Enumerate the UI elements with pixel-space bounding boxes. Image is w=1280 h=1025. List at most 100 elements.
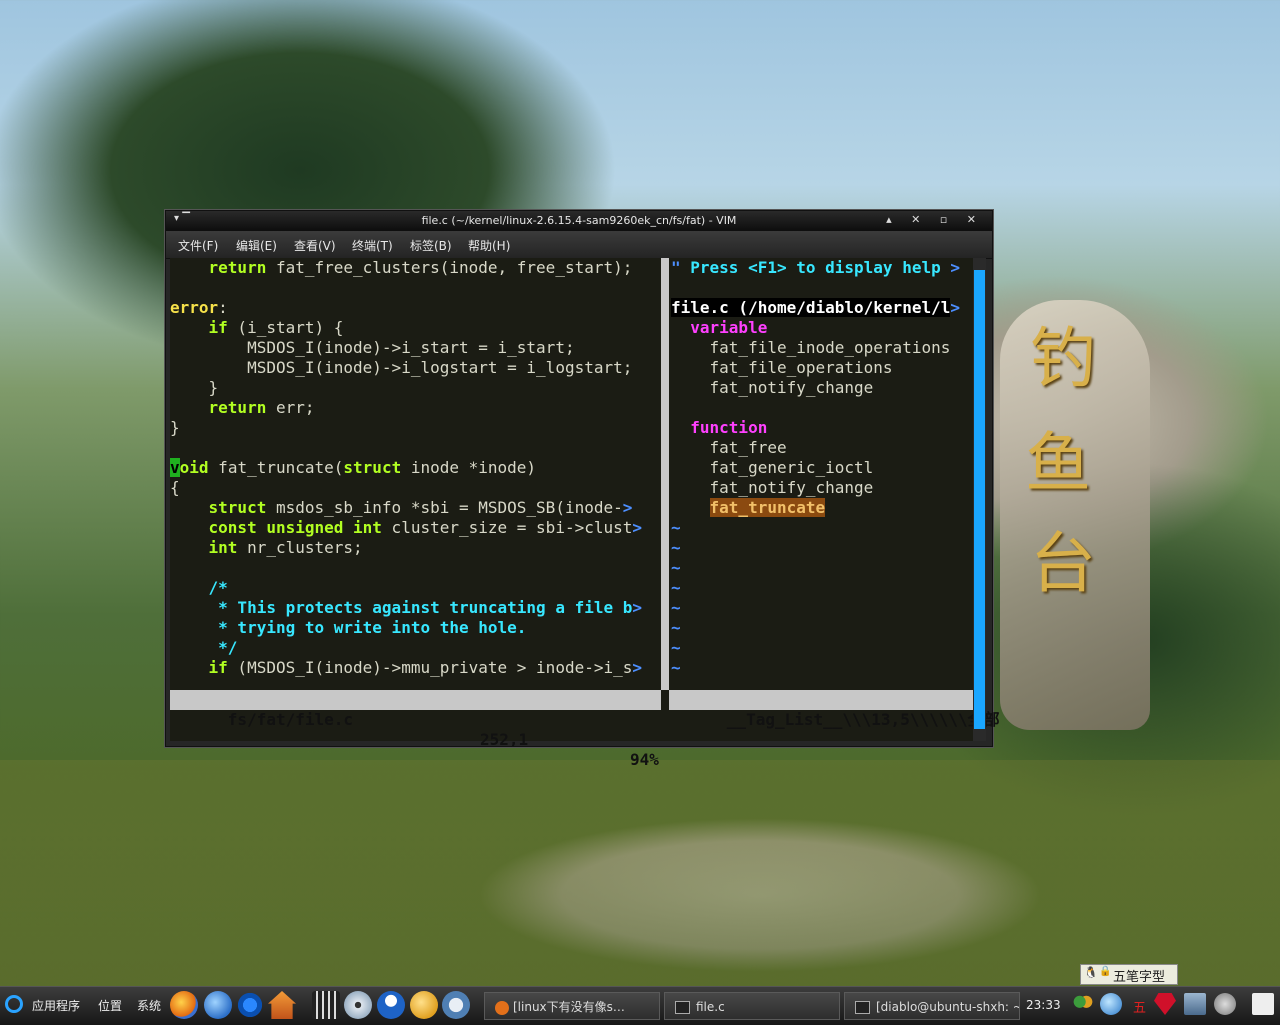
code-line[interactable]: MSDOS_I(inode)->i_start = i_start;	[170, 338, 575, 358]
taglist-line[interactable]: ~	[671, 558, 681, 578]
code-line[interactable]: error:	[170, 298, 228, 318]
editor-area[interactable]: return fat_free_clusters(inode, free_sta…	[170, 258, 1000, 769]
code-line[interactable]: /*	[170, 578, 228, 598]
taglist-token: ~	[671, 618, 681, 637]
taglist-line[interactable]: ~	[671, 538, 681, 558]
menu-help[interactable]: 帮助(H)	[468, 237, 510, 254]
taglist-line[interactable]: fat_generic_ioctl	[671, 458, 874, 478]
window-titlebar[interactable]: ▾ ▔ file.c (~/kernel/linux-2.6.15.4-sam9…	[166, 211, 992, 231]
clock[interactable]: 23:33	[1026, 998, 1061, 1012]
ruby-icon[interactable]	[1154, 993, 1176, 1015]
code-line[interactable]: }	[170, 378, 219, 398]
menu-edit[interactable]: 编辑(E)	[236, 237, 277, 254]
code-line[interactable]: return err;	[170, 398, 315, 418]
taglist-token: fat_file_operations	[671, 358, 893, 377]
system-menu[interactable]: 系统	[137, 997, 161, 1014]
code-line[interactable]: * This protects against truncating a fil…	[170, 598, 642, 618]
code-line[interactable]: }	[170, 418, 180, 438]
ubuntu-logo-icon[interactable]	[5, 995, 23, 1013]
taglist-token	[671, 498, 710, 517]
code-line[interactable]: int nr_clusters;	[170, 538, 363, 558]
taglist-line[interactable]: fat_free	[671, 438, 787, 458]
chat-icon[interactable]	[410, 991, 438, 1019]
code-token: struct	[208, 498, 267, 517]
settings-icon[interactable]	[442, 991, 470, 1019]
scrollbar-thumb[interactable]	[974, 270, 985, 729]
browser-icon[interactable]	[204, 991, 232, 1019]
taglist-line[interactable]: fat_file_inode_operations	[671, 338, 951, 358]
places-menu[interactable]: 位置	[98, 997, 122, 1014]
network-users-icon[interactable]	[1072, 993, 1094, 1015]
taglist-token: variable	[690, 318, 768, 337]
code-line[interactable]: return fat_free_clusters(inode, free_sta…	[170, 258, 633, 278]
task-vim-label: file.c	[696, 1000, 725, 1014]
task-vim[interactable]: file.c	[664, 992, 840, 1020]
window-controls[interactable]: ▴ ✕ ▫ ✕	[886, 213, 984, 226]
taglist-token: ~	[671, 558, 681, 577]
task-terminal[interactable]: [diablo@ubuntu-shxh: ~]	[844, 992, 1020, 1020]
taglist-token: ~	[671, 658, 681, 677]
taglist-line[interactable]: ~	[671, 598, 681, 618]
code-token: MSDOS_I(inode)->i_start = i_start;	[170, 338, 575, 357]
taglist-line[interactable]: ~	[671, 618, 681, 638]
taglist-line[interactable]: ~	[671, 658, 681, 678]
ime-indicator[interactable]: 🐧 🔒 五笔字型	[1080, 964, 1178, 985]
task-browser[interactable]: [linux下有没有像s…	[484, 992, 660, 1020]
code-token: (i_start) {	[227, 318, 344, 337]
code-line[interactable]: if (i_start) {	[170, 318, 344, 338]
code-statusline: fs/fat/file.c 252,1 94%	[170, 690, 661, 769]
disc-icon[interactable]	[344, 991, 372, 1019]
firefox-icon[interactable]	[170, 991, 198, 1019]
taglist-line[interactable]: fat_truncate	[671, 498, 826, 518]
window-split[interactable]	[661, 258, 669, 690]
menu-view[interactable]: 查看(V)	[294, 237, 336, 254]
taglist-token: Press <F1> to display help	[680, 258, 951, 277]
gear-icon[interactable]	[236, 991, 264, 1019]
applications-menu[interactable]: 应用程序	[32, 997, 80, 1014]
code-token: */	[170, 638, 238, 657]
code-line[interactable]: if (MSDOS_I(inode)->mmu_private > inode-…	[170, 658, 642, 678]
network-icon[interactable]	[1184, 993, 1206, 1015]
code-token: int	[208, 538, 238, 557]
code-line[interactable]: {	[170, 478, 180, 498]
wallpaper-lawn	[0, 760, 1280, 990]
code-token: msdos_sb_info *sbi = MSDOS_SB(inode-	[266, 498, 623, 517]
menu-file[interactable]: 文件(F)	[178, 237, 218, 254]
taglist-line[interactable]: variable	[671, 318, 767, 338]
menu-tabs[interactable]: 标签(B)	[410, 237, 452, 254]
penguin-icon[interactable]	[377, 991, 405, 1019]
home-icon[interactable]	[268, 991, 296, 1019]
globe-icon[interactable]	[1100, 993, 1122, 1015]
taglist-line[interactable]: fat_notify_change	[671, 378, 874, 398]
taglist-token	[671, 418, 690, 437]
code-line[interactable]: */	[170, 638, 237, 658]
volume-icon[interactable]	[1214, 993, 1236, 1015]
taglist-line[interactable]: fat_notify_change	[671, 478, 874, 498]
taglist-token: ~	[671, 538, 681, 557]
movie-icon[interactable]	[312, 991, 340, 1019]
code-token: inode *inode)	[401, 458, 537, 477]
scrollbar[interactable]	[973, 258, 986, 741]
code-line[interactable]: * trying to write into the hole.	[170, 618, 526, 638]
wubi-tray-icon[interactable]: 五	[1133, 997, 1146, 1016]
taglist-line[interactable]: ~	[671, 578, 681, 598]
code-token: const unsigned int	[208, 518, 382, 537]
taglist-line[interactable]: function	[671, 418, 767, 438]
taglist-token: fat_generic_ioctl	[671, 458, 874, 477]
wallpaper-char-1: 钓	[1030, 320, 1096, 397]
code-line[interactable]: const unsigned int cluster_size = sbi->c…	[170, 518, 642, 538]
code-line[interactable]: struct msdos_sb_info *sbi = MSDOS_SB(ino…	[170, 498, 633, 518]
taglist-line[interactable]: fat_file_operations	[671, 358, 893, 378]
code-line[interactable]: void fat_truncate(struct inode *inode)	[170, 458, 536, 478]
taglist-token: ~	[671, 638, 681, 657]
taglist-line[interactable]: ~	[671, 638, 681, 658]
code-line[interactable]: MSDOS_I(inode)->i_logstart = i_logstart;	[170, 358, 632, 378]
taglist-line[interactable]: " Press <F1> to display help >	[671, 258, 960, 278]
menu-terminal[interactable]: 终端(T)	[352, 237, 393, 254]
taglist-line[interactable]: ~	[671, 518, 681, 538]
taglist-line[interactable]: file.c (/home/diablo/kernel/l>	[671, 298, 960, 318]
code-token: * This protects against truncating a fil…	[170, 598, 633, 617]
power-icon[interactable]	[1252, 993, 1274, 1015]
